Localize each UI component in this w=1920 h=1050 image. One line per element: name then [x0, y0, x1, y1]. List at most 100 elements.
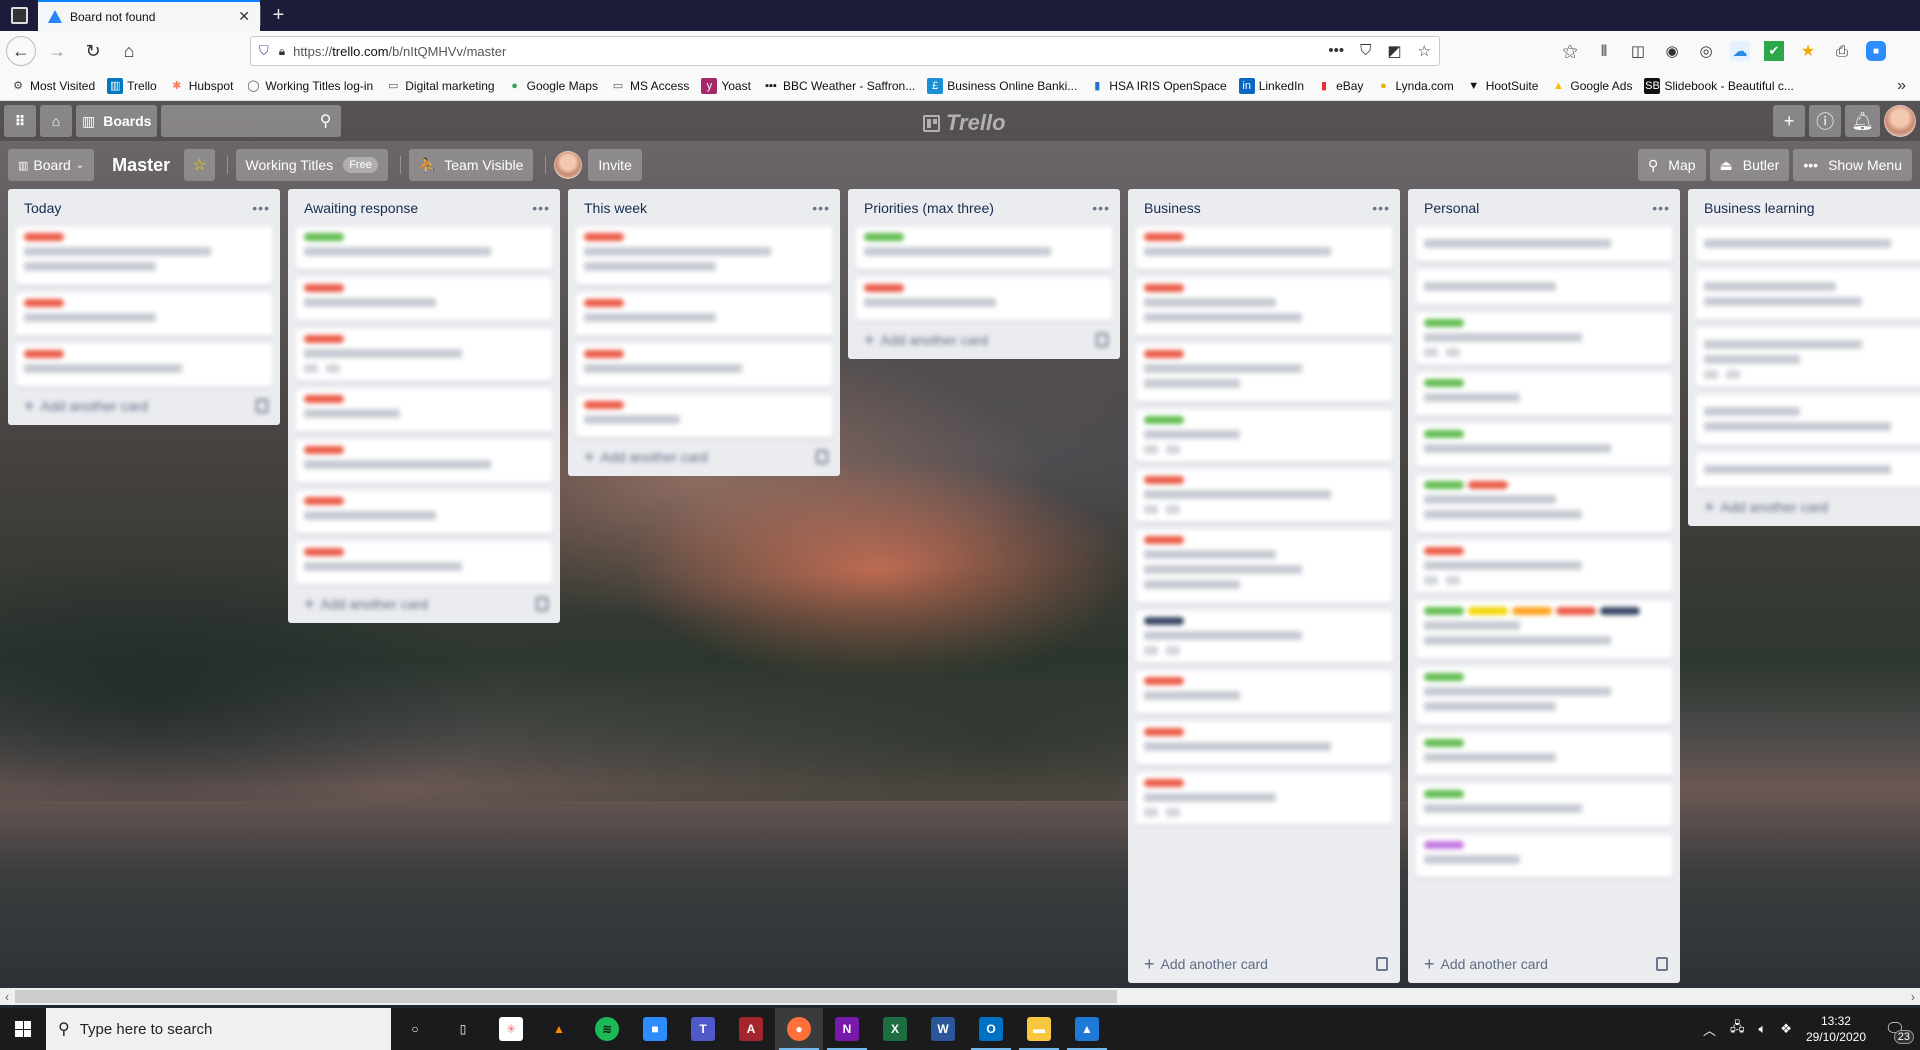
label-red[interactable] [24, 233, 64, 241]
list-header[interactable]: Awaiting response ••• [288, 189, 560, 227]
list-menu-icon[interactable]: ••• [1092, 200, 1110, 216]
taskbar-app-file-explorer[interactable]: ▬ [1015, 1008, 1063, 1050]
add-card-button[interactable]: + Add another card [1408, 945, 1680, 983]
lock-icon[interactable]: 🔒︎ [279, 44, 285, 59]
star-extension-icon[interactable]: ★ [1798, 41, 1818, 61]
bookmark-item[interactable]: ▮ eBay [1316, 78, 1363, 94]
card[interactable] [1416, 667, 1672, 725]
add-card-button[interactable]: + Add another card [1128, 945, 1400, 983]
card[interactable] [1416, 475, 1672, 533]
taskbar-search[interactable]: ⚲ Type here to search [46, 1008, 391, 1050]
label-red[interactable] [1144, 350, 1184, 358]
taskbar-app-photos[interactable]: ▲ [1063, 1008, 1111, 1050]
label-red[interactable] [584, 401, 624, 409]
card[interactable] [1416, 835, 1672, 878]
label-green[interactable] [1424, 739, 1464, 747]
info-button[interactable]: ⓘ [1809, 105, 1842, 137]
apps-switcher-button[interactable]: ⠿ [4, 105, 36, 137]
label-red[interactable] [1144, 677, 1184, 685]
account-icon[interactable]: ◉ [1662, 41, 1682, 61]
card[interactable] [296, 440, 552, 483]
label-red[interactable] [584, 299, 624, 307]
sidebar-icon[interactable]: ◫ [1628, 41, 1648, 61]
label-green[interactable] [864, 233, 904, 241]
page-actions-icon[interactable]: ••• [1328, 42, 1344, 60]
icloud-extension-icon[interactable]: ☁ [1730, 41, 1750, 61]
map-button[interactable]: ⚲ Map [1638, 149, 1706, 181]
card[interactable] [1136, 410, 1392, 462]
card[interactable] [1416, 601, 1672, 659]
trello-logo[interactable]: Trello [923, 110, 1006, 136]
bookmark-item[interactable]: ▭ Digital marketing [385, 78, 495, 94]
bookmark-item[interactable]: ▼ HootSuite [1466, 78, 1538, 94]
list-title[interactable]: Today [24, 200, 61, 216]
card[interactable] [1416, 424, 1672, 467]
label-red[interactable] [1468, 481, 1508, 489]
label-red[interactable] [304, 335, 344, 343]
card[interactable] [576, 293, 832, 336]
home-button[interactable]: ⌂ [114, 36, 144, 66]
butler-button[interactable]: ⏏ Butler [1709, 149, 1790, 181]
invite-button[interactable]: Invite [588, 149, 642, 181]
label-orange[interactable] [1512, 607, 1552, 615]
label-green[interactable] [1424, 430, 1464, 438]
zoom-extension-icon[interactable]: ■ [1866, 41, 1886, 61]
list-header[interactable]: Priorities (max three) ••• [848, 189, 1120, 227]
bookmark-item[interactable]: ▭ MS Access [610, 78, 690, 94]
show-hidden-icons[interactable]: ︿ [1703, 1020, 1716, 1039]
print-edit-extension-icon[interactable]: ⎙ [1832, 41, 1852, 61]
bookmark-item[interactable]: £ Business Online Banki... [927, 77, 1077, 94]
taskbar-app-word[interactable]: W [919, 1008, 967, 1050]
card[interactable] [1136, 470, 1392, 522]
card[interactable] [1416, 541, 1672, 593]
card[interactable] [1696, 328, 1920, 387]
bookmark-item[interactable]: ● Google Maps [507, 78, 598, 94]
add-card-button[interactable]: + Add another card [288, 585, 560, 623]
list-title[interactable]: Personal [1424, 200, 1479, 216]
card[interactable] [576, 344, 832, 387]
card[interactable] [1136, 344, 1392, 402]
scroll-left-icon[interactable]: ‹ [0, 990, 14, 1004]
card[interactable] [576, 395, 832, 438]
list-header[interactable]: Personal ••• [1408, 189, 1680, 227]
add-card-button[interactable]: + Add another card [568, 438, 840, 476]
scroll-right-icon[interactable]: › [1906, 990, 1920, 1004]
list-title[interactable]: Business learning [1704, 200, 1815, 216]
team-button[interactable]: Working Titles Free [235, 149, 388, 181]
card[interactable] [16, 227, 272, 285]
show-menu-button[interactable]: ••• Show Menu [1793, 149, 1912, 181]
card[interactable] [1416, 270, 1672, 305]
list-title[interactable]: This week [584, 200, 647, 216]
bookmarks-overflow-icon[interactable]: » [1897, 77, 1906, 95]
taskbar-app-task-view[interactable]: ▯ [439, 1008, 487, 1050]
screenshot-icon[interactable]: ◩ [1387, 42, 1401, 60]
add-card-button[interactable]: + Add another card [8, 387, 280, 425]
bookmarks-menu-icon[interactable]: ⚝ [1560, 41, 1580, 61]
label-red[interactable] [304, 446, 344, 454]
taskbar-app-zoom[interactable]: ■ [631, 1008, 679, 1050]
label-red[interactable] [304, 284, 344, 292]
bookmark-item[interactable]: SB Slidebook - Beautiful c... [1644, 77, 1794, 94]
url-text[interactable]: https://trello.com/b/nItQMHVv/master [293, 44, 1328, 59]
reload-button[interactable]: ↻ [78, 36, 108, 66]
taskbar-app-teams[interactable]: T [679, 1008, 727, 1050]
card[interactable] [1416, 373, 1672, 416]
label-red[interactable] [1144, 728, 1184, 736]
browser-tab-active[interactable]: Board not found ✕ [38, 0, 260, 31]
taskbar-app-asana[interactable]: ✳ [487, 1008, 535, 1050]
taskbar-app-outlook[interactable]: O [967, 1008, 1015, 1050]
card-template-icon[interactable] [1656, 957, 1668, 971]
card[interactable] [1136, 530, 1392, 603]
scrollbar-thumb[interactable] [15, 990, 1117, 1003]
card-template-icon[interactable] [256, 399, 268, 413]
label-green[interactable] [1424, 319, 1464, 327]
list-title[interactable]: Priorities (max three) [864, 200, 994, 216]
card[interactable] [856, 278, 1112, 321]
label-yellow[interactable] [1468, 607, 1508, 615]
label-red[interactable] [1144, 233, 1184, 241]
label-red[interactable] [584, 233, 624, 241]
card[interactable] [296, 329, 552, 381]
list-header[interactable]: Business ••• [1128, 189, 1400, 227]
new-tab-button[interactable]: + [260, 4, 296, 26]
tracking-protection-icon[interactable]: ⛉ [259, 43, 269, 59]
